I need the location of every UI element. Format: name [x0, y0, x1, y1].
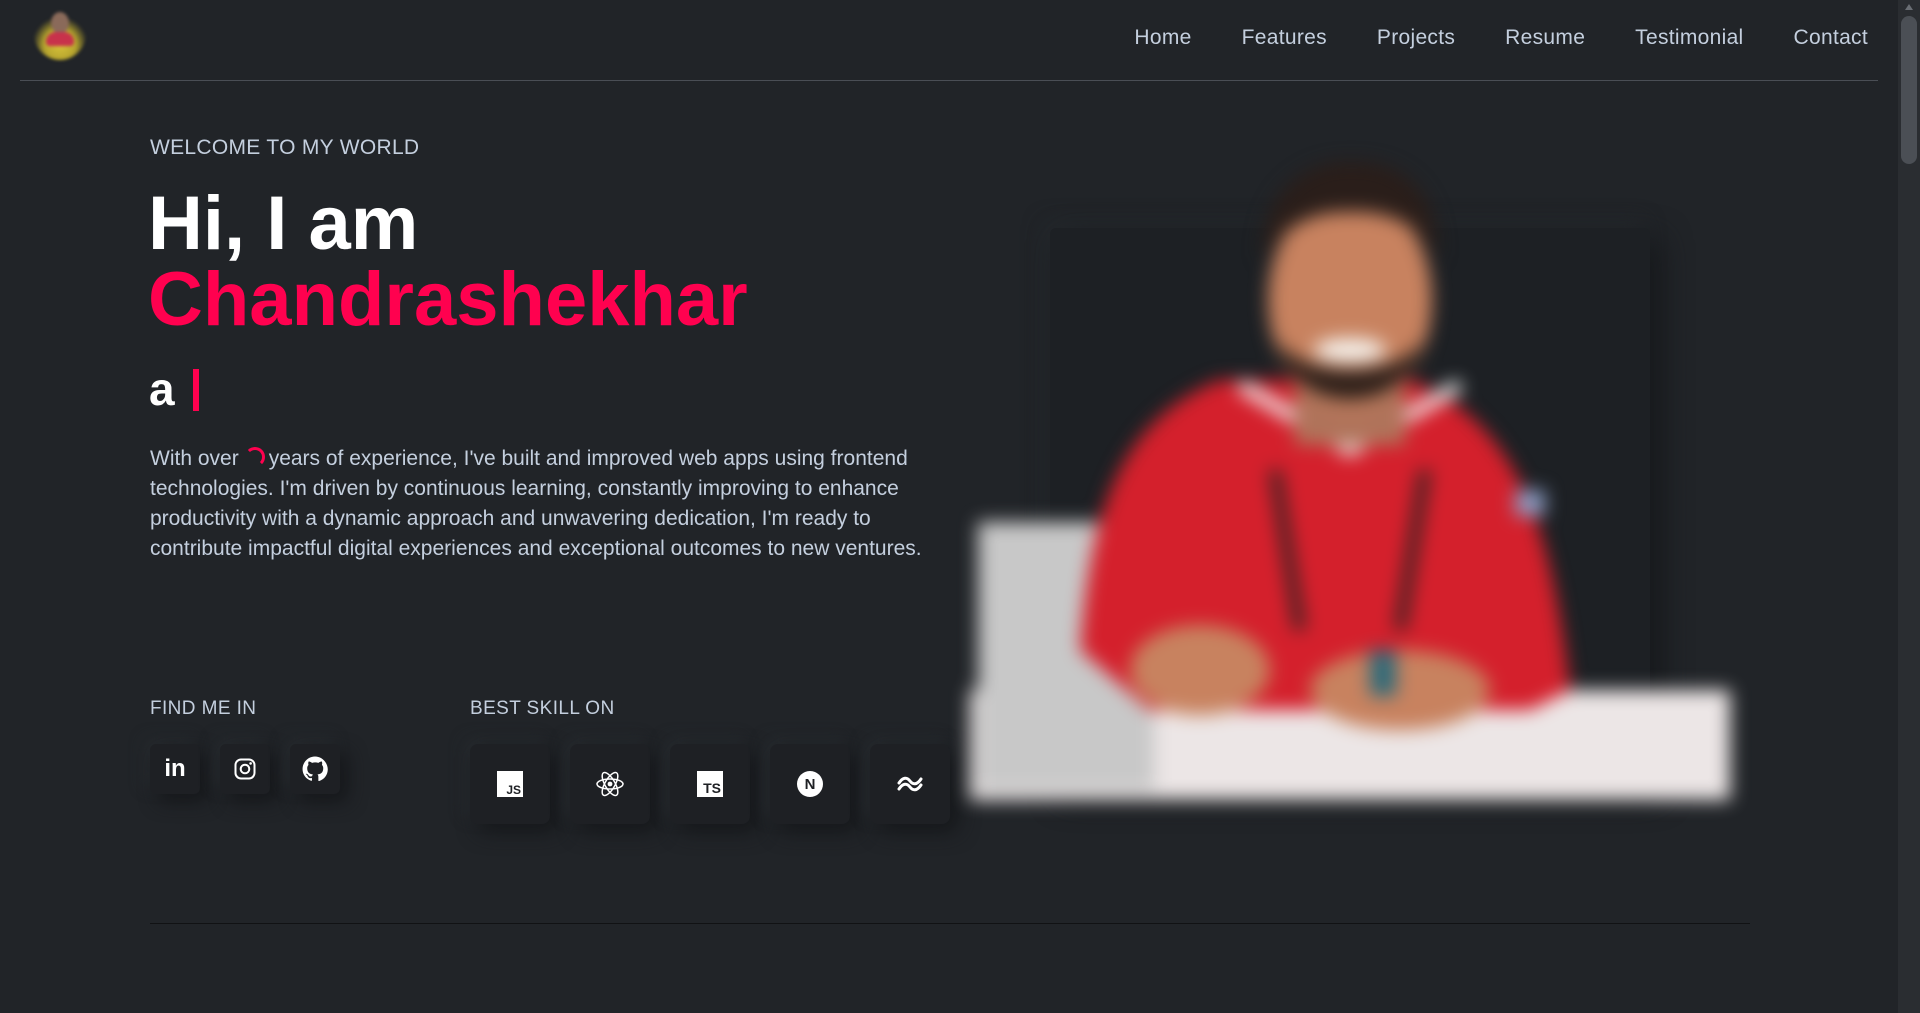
- best-skill-label: BEST SKILL ON: [470, 698, 615, 719]
- nav-contact[interactable]: Contact: [1794, 26, 1868, 50]
- find-me-label: FIND ME IN: [150, 698, 257, 719]
- typed-role: a: [149, 366, 199, 412]
- javascript-icon: JS: [497, 771, 523, 797]
- linkedin-icon: in: [164, 755, 186, 782]
- welcome-subtitle: WELCOME TO MY WORLD: [150, 136, 420, 159]
- instagram-icon: [234, 758, 256, 780]
- name-heading: Chandrashekhar: [148, 257, 748, 342]
- nav-projects[interactable]: Projects: [1377, 26, 1455, 50]
- logo-avatar[interactable]: [34, 8, 86, 60]
- linkedin-button[interactable]: in: [150, 744, 200, 794]
- skill-typescript[interactable]: TS: [670, 744, 750, 824]
- avatar-body-shape: [46, 32, 74, 46]
- greeting-heading: Hi, I am: [148, 181, 419, 266]
- tailwind-icon: [897, 776, 923, 792]
- nav-home[interactable]: Home: [1134, 26, 1191, 50]
- javascript-icon-text: JS: [506, 783, 521, 797]
- skill-tailwind[interactable]: [870, 744, 950, 824]
- site-header: Home Features Projects Resume Testimonia…: [20, 0, 1878, 81]
- loading-spinner-icon: [244, 447, 265, 467]
- react-icon: [596, 771, 624, 797]
- typing-cursor: [192, 369, 199, 411]
- github-button[interactable]: [290, 744, 340, 794]
- main-nav: Home Features Projects Resume Testimonia…: [1084, 26, 1868, 50]
- skill-javascript[interactable]: JS: [470, 744, 550, 824]
- github-icon: [302, 756, 328, 782]
- avatar-head-shape: [51, 12, 69, 34]
- page-scrollbar[interactable]: [1898, 0, 1920, 1013]
- nav-features[interactable]: Features: [1242, 26, 1327, 50]
- scroll-up-arrow-icon[interactable]: [1905, 4, 1913, 10]
- nextjs-icon: N: [797, 771, 823, 797]
- instagram-button[interactable]: [220, 744, 270, 794]
- profile-photo: [970, 161, 1730, 800]
- desc-before: With over: [150, 447, 239, 470]
- nav-testimonial[interactable]: Testimonial: [1635, 26, 1743, 50]
- typescript-icon-text: TS: [703, 780, 721, 796]
- nextjs-icon-text: N: [804, 775, 816, 793]
- section-divider: [150, 923, 1750, 924]
- skill-nextjs[interactable]: N: [770, 744, 850, 824]
- scroll-thumb[interactable]: [1901, 16, 1917, 164]
- intro-description: With over years of experience, I've built…: [150, 444, 930, 564]
- skill-react[interactable]: [570, 744, 650, 824]
- nav-resume[interactable]: Resume: [1505, 26, 1585, 50]
- desc-after: years of experience, I've built and impr…: [150, 447, 922, 560]
- typescript-icon: TS: [697, 771, 723, 797]
- typed-prefix: a: [149, 363, 175, 415]
